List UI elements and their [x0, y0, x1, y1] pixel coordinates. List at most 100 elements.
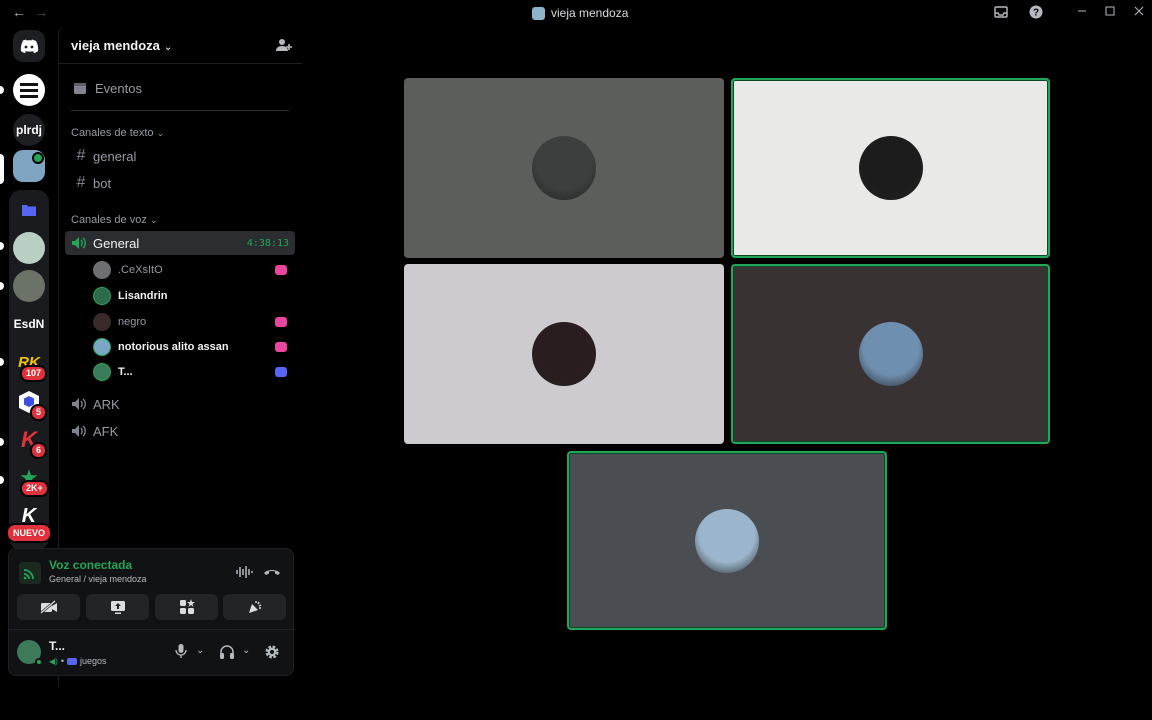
- voice-member[interactable]: .CeXsItO: [93, 259, 293, 281]
- server-icon-frog[interactable]: [13, 270, 45, 302]
- member-name: .CeXsItO: [118, 264, 163, 276]
- avatar: [858, 136, 923, 200]
- inbox-icon[interactable]: [993, 5, 1009, 21]
- avatar: [93, 363, 111, 381]
- voice-location[interactable]: General / vieja mendoza: [49, 574, 147, 584]
- server-header[interactable]: vieja mendoza ⌄: [59, 26, 302, 64]
- channel-label: general: [93, 148, 137, 164]
- new-badge: NUEVO: [6, 523, 53, 543]
- events-label: Eventos: [95, 80, 142, 96]
- voice-member[interactable]: negro: [93, 311, 293, 333]
- window-title: vieja mendoza: [532, 6, 628, 20]
- member-name: notorious alito assan: [118, 341, 229, 353]
- video-tile[interactable]: [404, 78, 724, 258]
- gear-icon[interactable]: [264, 644, 280, 660]
- call-timer: 4:38:13: [246, 237, 289, 249]
- voice-connected-label[interactable]: Voz conectada: [49, 558, 132, 572]
- avatar: [532, 136, 596, 200]
- voice-member[interactable]: notorious alito assan: [93, 336, 293, 358]
- avatar: [695, 508, 759, 573]
- hash-icon: #: [76, 174, 86, 191]
- gamepad-icon: [275, 367, 287, 377]
- user-name[interactable]: T...: [49, 639, 65, 653]
- discord-home-icon[interactable]: [13, 30, 45, 62]
- voice-channel-ark[interactable]: ARK: [65, 392, 295, 416]
- voice-member[interactable]: T...: [93, 361, 293, 383]
- screen-share-button[interactable]: [86, 594, 149, 620]
- soundboard-waveform-icon[interactable]: [235, 563, 253, 581]
- svg-text:?: ?: [1033, 8, 1039, 19]
- member-name: T...: [118, 366, 133, 378]
- activity-icon: [275, 265, 287, 275]
- maximize-icon[interactable]: [1102, 5, 1118, 21]
- back-arrow-icon[interactable]: ←: [12, 4, 26, 20]
- member-name: Lisandrin: [118, 290, 168, 302]
- avatar: [93, 287, 111, 305]
- avatar: [93, 338, 111, 356]
- headphones-icon[interactable]: [219, 644, 235, 659]
- chevron-down-icon: ⌄: [149, 215, 158, 225]
- help-icon[interactable]: ?: [1028, 5, 1044, 21]
- user-panel: T... ◀) • juegos ⌄ ⌄: [9, 629, 295, 675]
- close-icon[interactable]: [1131, 5, 1147, 21]
- calendar-icon: [74, 83, 86, 94]
- server-plrdj[interactable]: plrdj: [13, 114, 45, 146]
- chevron-down-icon[interactable]: ⌄: [242, 645, 250, 656]
- chevron-down-icon[interactable]: ⌄: [196, 645, 204, 656]
- channel-label: AFK: [93, 423, 119, 439]
- user-status: ◀) • juegos: [49, 656, 107, 666]
- server-esdn[interactable]: EsdN: [13, 308, 45, 340]
- activity-icon: [275, 317, 287, 327]
- member-name: negro: [118, 316, 147, 328]
- title-bar: ← → vieja mendoza ?: [0, 0, 1152, 26]
- speaker-icon: [72, 237, 86, 249]
- server-icon: [532, 6, 545, 20]
- dot-separator: •: [60, 656, 64, 666]
- server-icon-stack[interactable]: [13, 74, 45, 106]
- disconnect-icon[interactable]: [263, 563, 281, 581]
- avatar: [532, 322, 596, 386]
- speaker-icon: [72, 425, 86, 437]
- activity-icon: [275, 342, 287, 352]
- voice-connection-panel: Voz conectada General / vieja mendoza T.…: [8, 548, 295, 676]
- voice-category[interactable]: Canales de voz ⌄: [71, 214, 157, 226]
- server-name[interactable]: vieja mendoza ⌄: [71, 38, 172, 53]
- forward-arrow-icon[interactable]: →: [34, 4, 48, 20]
- avatar: [93, 261, 111, 279]
- activities-icon: [179, 599, 195, 614]
- video-tile[interactable]: [404, 264, 724, 444]
- folder-icon[interactable]: [13, 194, 45, 226]
- video-tile[interactable]: [567, 451, 887, 630]
- soundboard-button[interactable]: [223, 594, 286, 620]
- mention-badge: 107: [20, 365, 48, 382]
- voice-channel-general[interactable]: General 4:38:13: [65, 231, 295, 255]
- video-tile[interactable]: [731, 78, 1050, 258]
- voice-member[interactable]: Lisandrin: [93, 285, 293, 307]
- minimize-icon[interactable]: [1074, 5, 1090, 21]
- online-status-icon: [35, 658, 43, 666]
- avatar: [93, 313, 111, 331]
- voice-indicator-icon: [32, 152, 44, 164]
- channel-label: ARK: [93, 396, 120, 412]
- speaker-icon: [72, 398, 86, 410]
- mention-badge: 5: [30, 404, 48, 421]
- text-category[interactable]: Canales de texto ⌄: [71, 127, 164, 139]
- events-item[interactable]: Eventos: [65, 76, 295, 100]
- video-tile[interactable]: [731, 264, 1050, 444]
- mention-badge: 2K+: [20, 480, 49, 497]
- chevron-down-icon: ⌄: [156, 128, 165, 138]
- activities-button[interactable]: [155, 594, 218, 620]
- microphone-icon[interactable]: [175, 644, 187, 658]
- hash-icon: #: [76, 147, 86, 164]
- add-member-icon[interactable]: [276, 37, 292, 53]
- voice-channel-afk[interactable]: AFK: [65, 419, 295, 443]
- camera-off-icon: [39, 600, 57, 614]
- screen-share-icon: [110, 600, 125, 614]
- mention-badge: 6: [30, 442, 48, 459]
- signal-icon[interactable]: [19, 562, 41, 584]
- window-title-text: vieja mendoza: [551, 6, 629, 20]
- camera-off-button[interactable]: [17, 594, 80, 620]
- channel-bot[interactable]: # bot: [65, 171, 295, 195]
- channel-general[interactable]: # general: [65, 144, 295, 168]
- server-icon-cat[interactable]: [13, 232, 45, 264]
